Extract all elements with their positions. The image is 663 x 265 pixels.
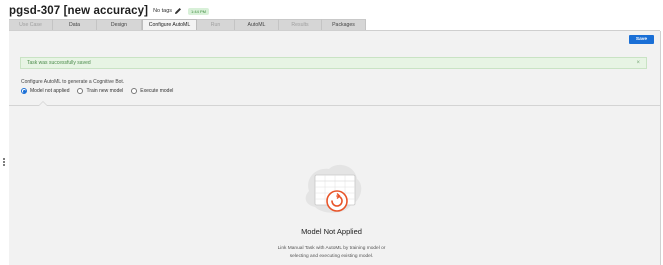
tab-packages[interactable]: Packages — [322, 19, 366, 30]
tab-run[interactable]: Run — [197, 19, 235, 30]
tab-use-case[interactable]: Use Case — [9, 19, 53, 30]
model-option-group: Model not applied Train new model Execut… — [21, 88, 181, 94]
tab-bar: Use Case Data Design Configure AutoML Ru… — [9, 19, 366, 30]
tab-design[interactable]: Design — [97, 19, 142, 30]
radio-label: Execute model — [140, 88, 174, 94]
radio-button[interactable] — [77, 88, 84, 94]
save-button[interactable]: Save — [629, 35, 654, 44]
radio-button[interactable] — [131, 88, 138, 94]
radio-model-not-applied[interactable]: Model not applied — [21, 88, 69, 94]
success-alert: Task was successfully saved × — [20, 57, 647, 69]
empty-state-description: Link Manual Task with AutoML by training… — [0, 245, 663, 261]
selection-pointer-fill — [39, 102, 47, 106]
radio-execute-model[interactable]: Execute model — [131, 88, 173, 94]
tab-automl[interactable]: AutoML — [235, 19, 279, 30]
radio-label: Model not applied — [30, 88, 70, 94]
model-not-applied-illustration — [301, 161, 363, 217]
tab-results[interactable]: Results — [279, 19, 322, 30]
alert-message: Task was successfully saved — [27, 60, 91, 66]
empty-state-line-1: Link Manual Task with AutoML by training… — [277, 246, 386, 251]
time-badge: 1:44 PM — [188, 7, 209, 15]
empty-state-title: Model Not Applied — [301, 227, 362, 236]
radio-train-new-model[interactable]: Train new model — [77, 88, 123, 94]
page-header: pgsd-307 [new accuracy] No tags 1:44 PM — [9, 4, 209, 18]
tab-configure-automl[interactable]: Configure AutoML — [142, 19, 197, 30]
page-title: pgsd-307 [new accuracy] — [9, 5, 149, 17]
tags-label[interactable]: No tags — [153, 8, 172, 14]
tab-data[interactable]: Data — [53, 19, 97, 30]
drag-handle-icon[interactable] — [3, 158, 5, 167]
pencil-icon[interactable] — [174, 7, 183, 16]
radio-button[interactable] — [21, 88, 27, 94]
config-description: Configure AutoML to generate a Cognitive… — [21, 79, 125, 85]
radio-label: Train new model — [86, 88, 124, 94]
section-divider — [9, 105, 660, 106]
empty-state-line-2: selecting and executing existing model. — [289, 254, 374, 259]
close-icon[interactable]: × — [636, 60, 640, 66]
